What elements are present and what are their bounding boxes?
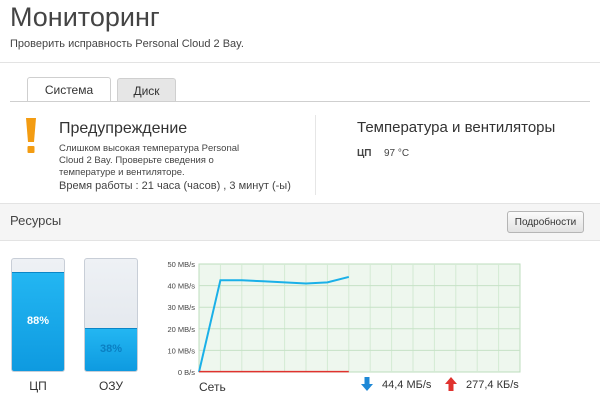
- warning-title: Предупреждение: [59, 120, 188, 137]
- resources-title: Ресурсы: [10, 213, 62, 228]
- cpu-gauge: 88%: [11, 258, 65, 372]
- y-tick-label: 10 MB/s: [167, 346, 195, 355]
- tab-bar-divider: [10, 101, 590, 102]
- ram-label: ОЗУ: [98, 379, 124, 393]
- uptime-text: Время работы : 21 часа (часов) , 3 минут…: [59, 180, 291, 192]
- network-chart: 50 MB/s 40 MB/s 30 MB/s 20 MB/s 10 MB/s 0 B/s: [167, 260, 521, 377]
- y-tick-label: 0 B/s: [178, 368, 195, 377]
- cpu-percent: 88%: [26, 315, 50, 327]
- cpu-temp-label: ЦП: [357, 148, 372, 159]
- header-divider: [0, 62, 600, 63]
- exclamation-icon: [26, 118, 36, 153]
- column-divider: [315, 115, 316, 195]
- cpu-temp-value: 97 °C: [384, 148, 410, 159]
- cpu-label: ЦП: [29, 379, 47, 393]
- y-tick-label: 20 MB/s: [167, 325, 195, 334]
- network-label: Сеть: [199, 380, 226, 394]
- page-subtitle: Проверить исправность Personal Cloud 2 B…: [10, 38, 244, 50]
- page-title: Мониторинг: [10, 2, 160, 32]
- details-button[interactable]: Подробности: [507, 211, 584, 233]
- ram-percent: 38%: [99, 343, 123, 355]
- tab-disk[interactable]: Диск: [117, 78, 176, 101]
- arrow-up-icon: [445, 377, 457, 391]
- y-tick-label: 30 MB/s: [167, 303, 195, 312]
- arrow-down-icon: [361, 377, 373, 391]
- ram-gauge: 38%: [84, 258, 138, 372]
- temperature-title: Температура и вентиляторы: [357, 119, 556, 136]
- tab-system[interactable]: Система: [27, 77, 111, 102]
- y-tick-label: 40 MB/s: [167, 282, 195, 291]
- upload-speed: 277,4 КБ/s: [466, 379, 519, 391]
- warning-message: Слишком высокая температура Personal Clo…: [59, 143, 240, 178]
- y-tick-label: 50 MB/s: [167, 260, 195, 269]
- download-speed: 44,4 МБ/s: [382, 379, 432, 391]
